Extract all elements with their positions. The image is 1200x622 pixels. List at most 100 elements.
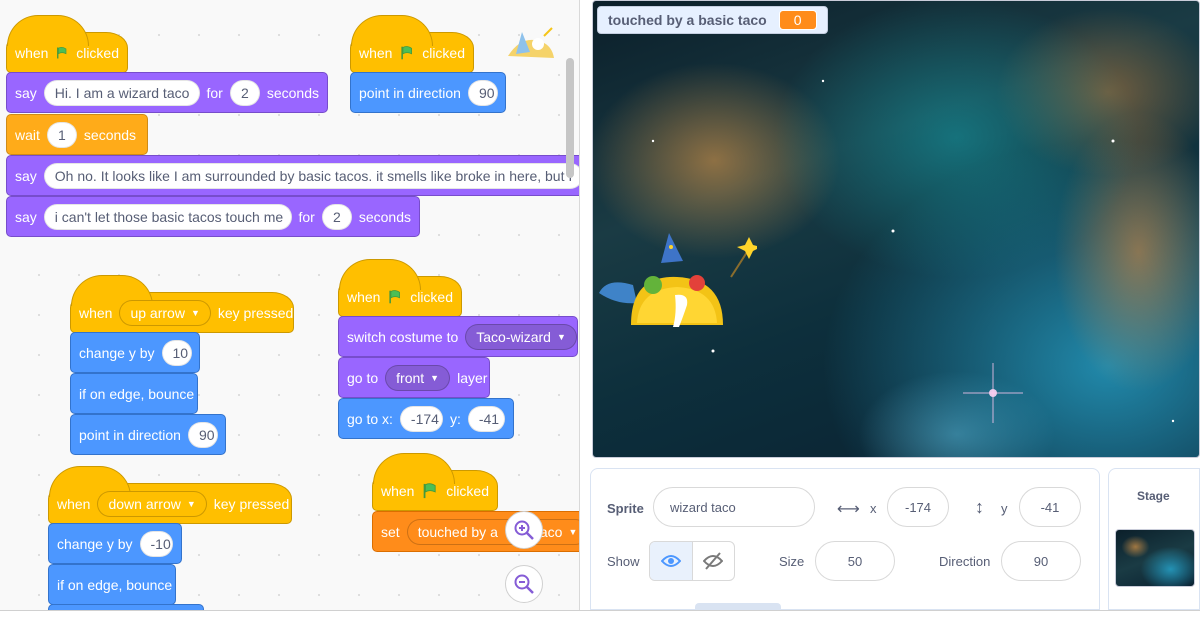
sprite-name-input[interactable]: wizard taco bbox=[653, 487, 815, 527]
y-label: y: bbox=[449, 410, 461, 427]
say-seconds-input[interactable]: 2 bbox=[321, 203, 352, 230]
change-y-input[interactable]: -10 bbox=[139, 530, 173, 557]
monitor-label: touched by a basic taco bbox=[608, 12, 767, 28]
seconds-label: seconds bbox=[358, 208, 411, 225]
key-dropdown[interactable]: up arrow ▼ bbox=[119, 299, 211, 326]
block-clicked-label: clicked bbox=[422, 44, 465, 61]
key-pressed-label: key pressed bbox=[213, 495, 290, 512]
x-input[interactable]: -174 bbox=[399, 405, 443, 432]
direction-input[interactable]: 90 bbox=[467, 79, 498, 106]
bounce-block[interactable]: if on edge, bounce bbox=[70, 373, 198, 414]
stage-backdrop-thumbnail[interactable] bbox=[1115, 529, 1195, 587]
layer-dropdown[interactable]: front ▼ bbox=[385, 364, 451, 391]
block-clicked-label: clicked bbox=[446, 482, 489, 499]
direction-label: Direction bbox=[939, 554, 991, 569]
point-in-direction-block[interactable]: point in direction 90 bbox=[70, 414, 226, 455]
x-position-input[interactable]: -174 bbox=[887, 487, 949, 527]
y-label: y bbox=[1001, 501, 1008, 516]
vertical-scrollbar[interactable] bbox=[566, 58, 574, 178]
stage-selector-panel[interactable]: Stage bbox=[1108, 468, 1200, 610]
say-for-block[interactable]: say i can't let those basic tacos touch … bbox=[6, 196, 420, 237]
say-message-input[interactable]: Hi. I am a wizard taco bbox=[43, 79, 200, 106]
caret-down-icon: ▼ bbox=[186, 498, 196, 509]
costume-value: Taco-wizard bbox=[476, 328, 551, 345]
go-to-label: go to bbox=[347, 369, 379, 386]
layer-value: front bbox=[396, 369, 425, 386]
go-to-xy-block[interactable]: go to x: -174 y: -41 bbox=[338, 398, 514, 439]
say-label: say bbox=[15, 167, 37, 184]
point-label: point in direction bbox=[79, 426, 181, 443]
key-value: up arrow bbox=[130, 304, 185, 321]
wait-label: wait bbox=[15, 126, 40, 143]
block-when-label: when bbox=[15, 44, 49, 61]
when-flag-clicked-block[interactable]: when clicked bbox=[338, 259, 462, 317]
say-block[interactable]: say Oh no. It looks like I am surrounded… bbox=[6, 155, 579, 196]
variable-dropdown[interactable]: touched by a aco ▼ bbox=[406, 518, 579, 545]
say-seconds-input[interactable]: 2 bbox=[229, 79, 260, 106]
show-toggle-group bbox=[649, 541, 735, 581]
show-label: Show bbox=[607, 554, 640, 569]
green-flag-icon bbox=[389, 289, 401, 303]
sprite-info-panel: Sprite wizard taco ⟷ x -174 ↕ y -41 Show… bbox=[590, 468, 1100, 611]
change-y-block[interactable]: change y by -10 bbox=[48, 523, 182, 564]
switch-costume-block[interactable]: switch costume to Taco-wizard ▼ bbox=[338, 316, 578, 357]
say-message-input[interactable]: i can't let those basic tacos touch me bbox=[43, 203, 292, 230]
green-flag-icon bbox=[57, 46, 67, 58]
size-input[interactable]: 50 bbox=[815, 541, 895, 581]
block-when-label: when bbox=[347, 288, 381, 305]
caret-down-icon: ▼ bbox=[190, 307, 200, 318]
when-flag-clicked-block[interactable]: when clicked bbox=[372, 453, 498, 511]
key-dropdown[interactable]: down arrow ▼ bbox=[97, 490, 207, 517]
caret-down-icon: ▼ bbox=[556, 331, 566, 342]
seconds-label: seconds bbox=[83, 126, 137, 143]
y-input[interactable]: -41 bbox=[467, 405, 505, 432]
direction-input[interactable]: 90 bbox=[187, 421, 218, 448]
bounce-block[interactable]: if on edge, bounce bbox=[48, 564, 176, 605]
bounce-label: if on edge, bounce bbox=[57, 576, 173, 593]
direction-input[interactable]: 90 bbox=[1001, 541, 1081, 581]
say-for-block[interactable]: say Hi. I am a wizard taco for 2 seconds bbox=[6, 72, 328, 113]
when-key-pressed-block[interactable]: when down arrow ▼ key pressed bbox=[48, 466, 292, 524]
nebula-background bbox=[651, 79, 1175, 423]
change-y-input[interactable]: 10 bbox=[161, 339, 192, 366]
block-clicked-label: clicked bbox=[76, 44, 119, 61]
wait-block[interactable]: wait 1 seconds bbox=[6, 114, 148, 155]
wait-seconds-input[interactable]: 1 bbox=[46, 121, 77, 148]
set-variable-block[interactable]: set touched by a aco ▼ bbox=[372, 511, 579, 552]
for-label: for bbox=[206, 84, 223, 101]
change-y-block[interactable]: change y by 10 bbox=[70, 332, 200, 373]
key-pressed-label: key pressed bbox=[217, 304, 294, 321]
bottom-bar bbox=[0, 610, 1200, 622]
bounce-label: if on edge, bounce bbox=[79, 385, 195, 402]
when-flag-clicked-block[interactable]: when clicked bbox=[350, 15, 474, 73]
y-position-input[interactable]: -41 bbox=[1019, 487, 1081, 527]
sprite-thumbnail-icon bbox=[508, 27, 554, 58]
sprite-label: Sprite bbox=[607, 501, 644, 516]
block-when-label: when bbox=[359, 44, 393, 61]
block-when-label: when bbox=[57, 495, 91, 512]
when-key-pressed-block[interactable]: when up arrow ▼ key pressed bbox=[70, 275, 294, 333]
point-in-direction-block[interactable]: point in direction 90 bbox=[350, 72, 506, 113]
block-when-label: when bbox=[381, 482, 415, 499]
size-label: Size bbox=[779, 554, 805, 569]
zoom-out-button[interactable] bbox=[505, 565, 543, 603]
block-clicked-label: clicked bbox=[410, 288, 453, 305]
say-message-input[interactable]: Oh no. It looks like I am surrounded by … bbox=[43, 162, 579, 189]
show-visible-button[interactable] bbox=[650, 542, 693, 580]
go-to-layer-block[interactable]: go to front ▼ layer bbox=[338, 357, 490, 398]
switch-costume-label: switch costume to bbox=[347, 328, 459, 345]
zoom-in-icon bbox=[514, 520, 534, 540]
set-label: set bbox=[381, 523, 400, 540]
costume-dropdown[interactable]: Taco-wizard ▼ bbox=[465, 323, 577, 350]
show-hidden-button[interactable] bbox=[693, 542, 735, 580]
zoom-in-button[interactable] bbox=[505, 511, 543, 549]
green-flag-icon bbox=[424, 482, 437, 498]
go-to-x-label: go to x: bbox=[347, 410, 393, 427]
caret-down-icon: ▼ bbox=[568, 526, 578, 537]
when-flag-clicked-block[interactable]: when clicked bbox=[6, 15, 128, 73]
stage-canvas[interactable] bbox=[592, 0, 1200, 458]
say-label: say bbox=[15, 84, 37, 101]
y-arrows-icon: ↕ bbox=[975, 497, 984, 517]
code-area[interactable]: when clicked say Hi. I am a wizard taco … bbox=[0, 0, 580, 610]
variable-value-left: touched by a bbox=[417, 523, 498, 540]
